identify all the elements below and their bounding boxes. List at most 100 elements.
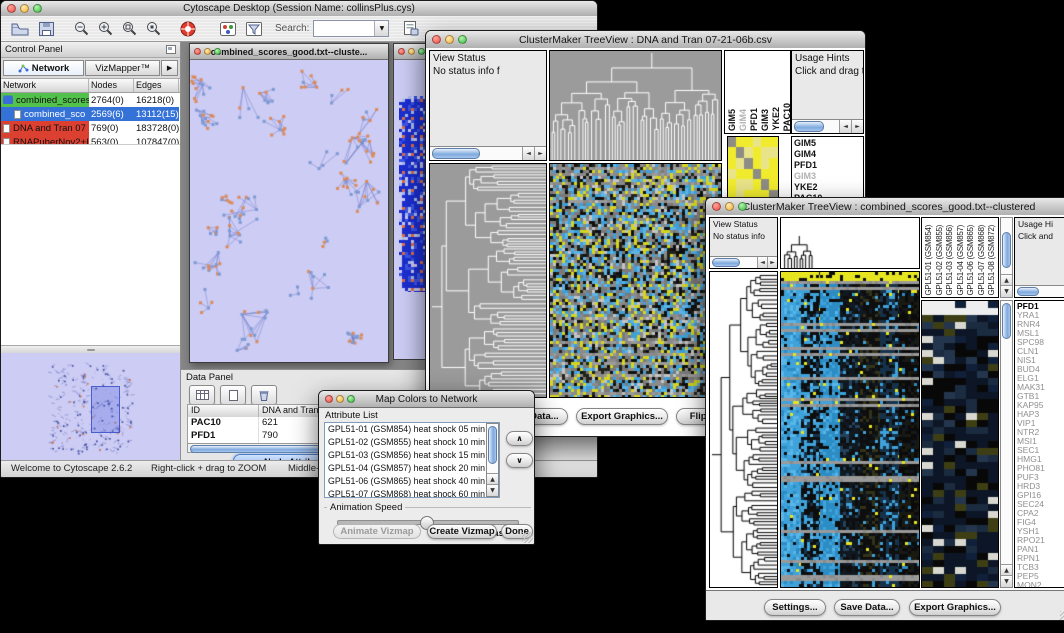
- genes-vscrollbar[interactable]: ▲ ▼: [1000, 300, 1013, 588]
- attribute-listbox[interactable]: GPL51-01 (GSM854) heat shock 05 minGPL51…: [324, 422, 500, 498]
- delete-attribute-button[interactable]: [251, 385, 277, 405]
- filter-button[interactable]: [241, 19, 267, 39]
- view-status-hscrollbar[interactable]: ◄ ►: [710, 256, 777, 268]
- treeview-dna-titlebar[interactable]: ClusterMaker TreeView : DNA and Tran 07-…: [426, 31, 865, 49]
- minimize-button[interactable]: [445, 35, 454, 44]
- column-label[interactable]: GPL51-07 (GSM868): [977, 225, 988, 296]
- gene-label[interactable]: MON2: [1015, 581, 1064, 588]
- column-label[interactable]: GPL51-02 (GSM855): [935, 225, 946, 296]
- network-row[interactable]: combined_sco 2569(6) 13112(15): [1, 107, 180, 121]
- close-button[interactable]: [7, 4, 16, 13]
- column-label[interactable]: GPL51-01 (GSM854): [924, 225, 935, 296]
- column-label[interactable]: GIM5: [727, 109, 737, 131]
- row-label[interactable]: GIM5: [792, 138, 863, 149]
- tab-network[interactable]: Network: [3, 60, 84, 76]
- minimize-button[interactable]: [725, 202, 734, 211]
- hscroll-thumb[interactable]: [1017, 287, 1039, 296]
- col-network[interactable]: Network: [1, 79, 89, 92]
- minimize-button[interactable]: [20, 4, 29, 13]
- vscroll-thumb[interactable]: [1002, 303, 1011, 339]
- tab-overflow-button[interactable]: ▶: [161, 60, 178, 76]
- hscroll-thumb[interactable]: [794, 121, 824, 132]
- animate-vizmap-button[interactable]: Animate Vizmap: [333, 524, 421, 539]
- hscroll-thumb[interactable]: [712, 258, 740, 267]
- vscroll-thumb[interactable]: [488, 426, 497, 464]
- zoom-in-button[interactable]: [93, 19, 117, 39]
- zoom-fit-button[interactable]: [117, 19, 141, 39]
- col-id[interactable]: ID: [188, 405, 259, 417]
- vizmap-button[interactable]: [215, 19, 241, 39]
- column-label[interactable]: GIM4: [738, 109, 748, 131]
- settings-button[interactable]: Settings...: [764, 599, 826, 616]
- scroll-down-arrow[interactable]: ▼: [1001, 575, 1012, 587]
- create-vizmap-button[interactable]: Create Vizmap: [427, 524, 497, 539]
- tab-vizmapper[interactable]: VizMapper™: [85, 60, 160, 76]
- float-panel-button[interactable]: [166, 45, 176, 54]
- minimize-button[interactable]: [336, 395, 344, 403]
- labels-vscrollbar[interactable]: ▲ ▼: [1000, 217, 1013, 298]
- scroll-down-arrow[interactable]: ▼: [487, 484, 498, 496]
- birdseye-network-canvas[interactable]: [1, 353, 179, 462]
- save-data-button[interactable]: Save Data...: [834, 599, 900, 616]
- zoom-button[interactable]: [214, 48, 221, 55]
- close-button[interactable]: [432, 35, 441, 44]
- attribute-item[interactable]: GPL51-01 (GSM854) heat shock 05 min: [325, 423, 499, 436]
- list-vscrollbar[interactable]: ▲ ▼: [486, 423, 499, 497]
- attribute-browser-button[interactable]: [397, 19, 425, 39]
- heatmap-canvas[interactable]: [550, 164, 721, 397]
- zoom-selected-button[interactable]: [141, 19, 165, 39]
- scroll-left-arrow[interactable]: ◄: [757, 257, 767, 268]
- attribute-item[interactable]: GPL51-06 (GSM865) heat shock 40 min: [325, 475, 499, 488]
- scroll-down-arrow[interactable]: ▼: [1001, 285, 1012, 297]
- col-edges[interactable]: Edges: [134, 79, 179, 92]
- resize-grip[interactable]: [1060, 611, 1064, 621]
- attribute-item[interactable]: GPL51-07 (GSM868) heat shock 60 min: [325, 488, 499, 498]
- column-dendrogram-canvas[interactable]: [781, 218, 919, 268]
- row-label[interactable]: PFD1: [792, 160, 863, 171]
- column-label[interactable]: GPL51-03 (GSM856): [945, 225, 956, 296]
- zoom-button[interactable]: [418, 48, 425, 55]
- scroll-left-arrow[interactable]: ◄: [839, 120, 851, 133]
- row-label[interactable]: GIM3: [792, 171, 863, 182]
- minimize-button[interactable]: [204, 48, 211, 55]
- attribute-item[interactable]: GPL51-03 (GSM856) heat shock 15 min: [325, 449, 499, 462]
- hscroll-thumb[interactable]: [432, 148, 480, 159]
- usage-hints-hscrollbar[interactable]: [1015, 285, 1064, 297]
- network-row[interactable]: DNA and Tran 07 769(0) 183728(0): [1, 121, 180, 135]
- attribute-item[interactable]: GPL51-04 (GSM857) heat shock 20 min: [325, 462, 499, 475]
- row-label[interactable]: GIM4: [792, 149, 863, 160]
- column-label[interactable]: GPL51-06 (GSM865): [966, 225, 977, 296]
- close-button[interactable]: [712, 202, 721, 211]
- attribute-select-button[interactable]: [189, 385, 215, 405]
- treeview-combined-titlebar[interactable]: ClusterMaker TreeView : combined_scores_…: [706, 198, 1064, 216]
- dialog-titlebar[interactable]: Map Colors to Network: [319, 391, 534, 408]
- col-nodes[interactable]: Nodes: [89, 79, 134, 92]
- minimize-button[interactable]: [408, 48, 415, 55]
- column-dendrogram-canvas[interactable]: [550, 51, 721, 160]
- search-input[interactable]: ▼: [313, 20, 389, 37]
- attribute-item[interactable]: GPL51-02 (GSM855) heat shock 10 min: [325, 436, 499, 449]
- export-graphics-button[interactable]: Export Graphics...: [576, 408, 668, 425]
- column-label[interactable]: PFD1: [749, 108, 759, 131]
- zoom-button[interactable]: [738, 202, 747, 211]
- birdseye-view[interactable]: [1, 353, 180, 462]
- move-up-button[interactable]: ∧: [506, 431, 533, 446]
- row-dendrogram-canvas[interactable]: [710, 272, 777, 587]
- zoom-button[interactable]: [347, 395, 355, 403]
- save-session-button[interactable]: [33, 19, 59, 39]
- row-dendrogram-canvas[interactable]: [430, 164, 546, 397]
- view-status-hscrollbar[interactable]: ◄ ►: [430, 146, 546, 160]
- mini-heatmap-canvas[interactable]: [728, 137, 778, 201]
- zoom-out-button[interactable]: [69, 19, 93, 39]
- open-file-button[interactable]: [7, 19, 33, 39]
- resize-grip[interactable]: [522, 532, 533, 543]
- network-list-empty-area[interactable]: [1, 144, 180, 346]
- cytoscape-titlebar[interactable]: Cytoscape Desktop (Session Name: collins…: [1, 1, 597, 17]
- network-row[interactable]: combined_scores 2764(0) 16218(0): [1, 93, 180, 107]
- column-label[interactable]: PAC10: [782, 103, 791, 131]
- column-label[interactable]: GIM3: [760, 109, 770, 131]
- search-dropdown-arrow[interactable]: ▼: [374, 21, 388, 36]
- create-attribute-button[interactable]: [220, 385, 246, 405]
- move-down-button[interactable]: ∨: [506, 453, 533, 468]
- scroll-right-arrow[interactable]: ►: [851, 120, 863, 133]
